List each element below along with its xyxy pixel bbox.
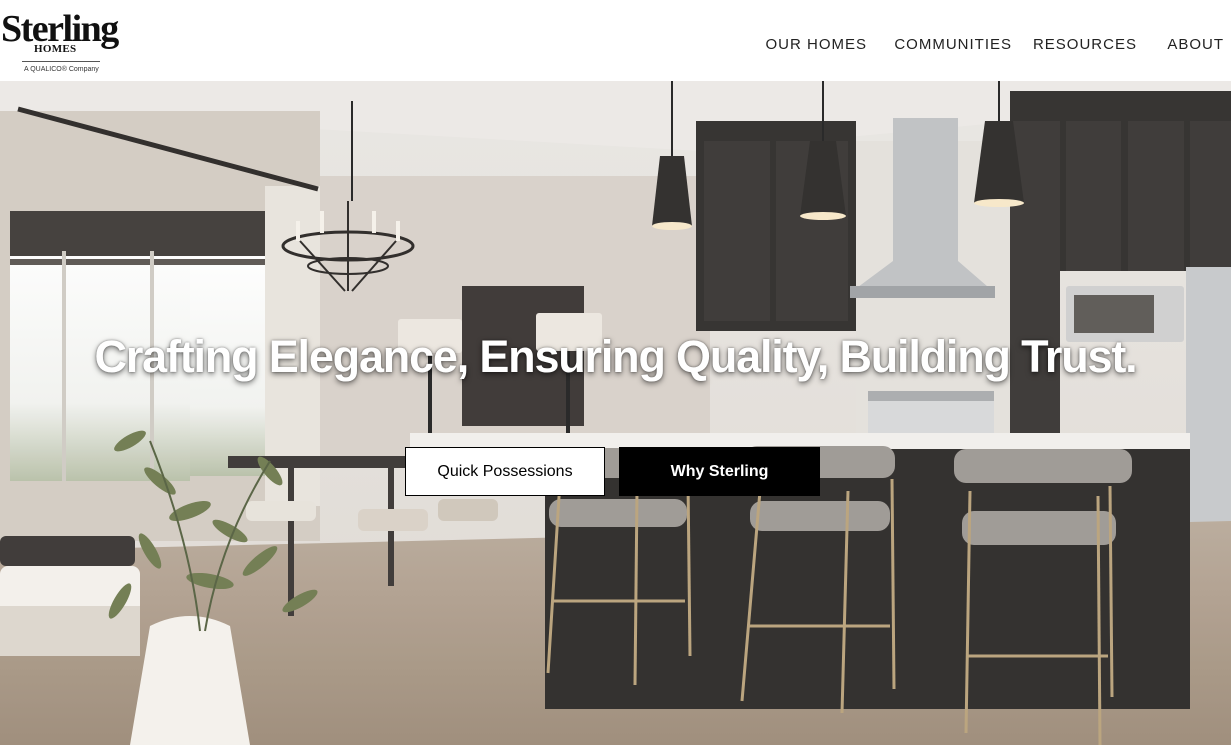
- site-header: Sterling HOMES A QUALICO® Company OUR HO…: [0, 0, 1231, 81]
- nav-communities[interactable]: COMMUNITIES: [894, 36, 1012, 53]
- hero-section: Crafting Elegance, Ensuring Quality, Bui…: [0, 81, 1231, 745]
- nav-resources[interactable]: RESOURCES: [1033, 36, 1137, 53]
- why-sterling-button[interactable]: Why Sterling: [619, 447, 820, 496]
- logo-divider: [22, 61, 100, 62]
- kitchen-photo: [0, 81, 1231, 745]
- quick-possessions-button[interactable]: Quick Possessions: [405, 447, 605, 496]
- logo-subtitle: HOMES: [34, 43, 77, 55]
- hero-headline: Crafting Elegance, Ensuring Quality, Bui…: [94, 331, 1138, 382]
- nav-about[interactable]: ABOUT: [1167, 36, 1224, 53]
- logo-tagline: A QUALICO® Company: [24, 66, 99, 73]
- nav-our-homes[interactable]: OUR HOMES: [765, 36, 867, 53]
- sterling-homes-logo[interactable]: Sterling HOMES A QUALICO® Company: [0, 10, 125, 78]
